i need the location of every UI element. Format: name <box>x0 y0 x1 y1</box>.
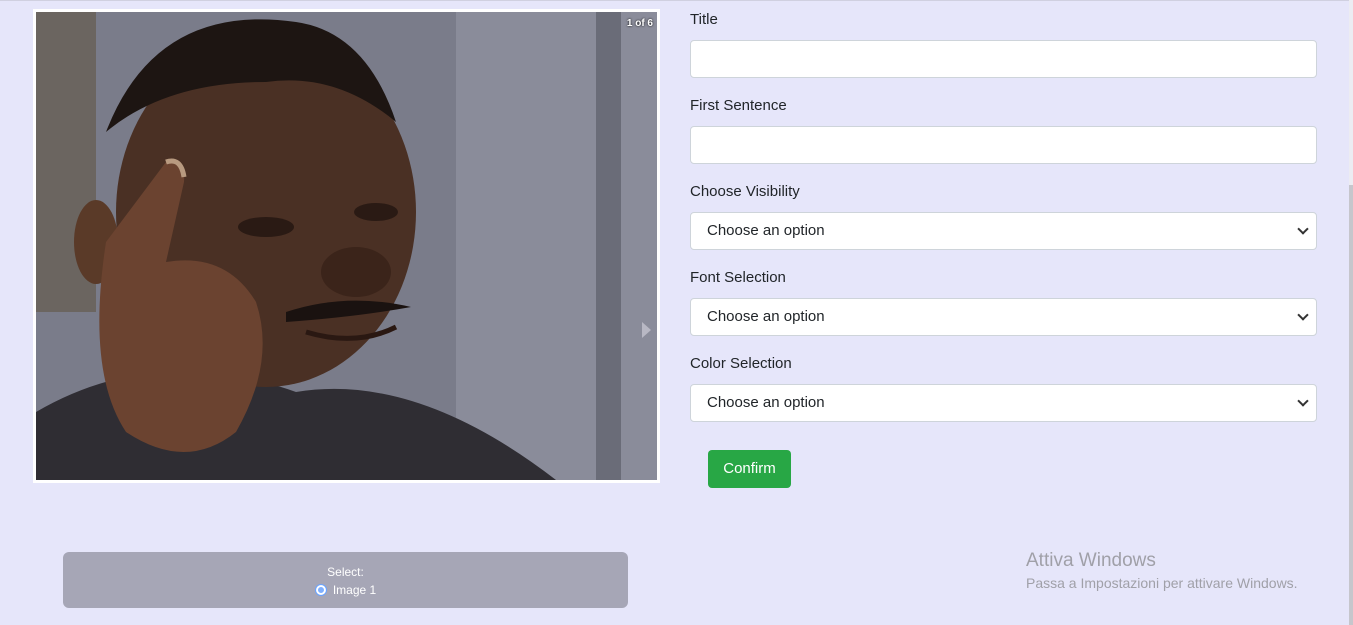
color-select[interactable]: Choose an option <box>690 384 1317 422</box>
confirm-button[interactable]: Confirm <box>708 450 791 488</box>
font-select[interactable]: Choose an option <box>690 298 1317 336</box>
first-sentence-input[interactable] <box>690 126 1317 164</box>
select-label: Select: <box>327 565 364 579</box>
title-input[interactable] <box>690 40 1317 78</box>
font-selection-label: Font Selection <box>690 269 786 286</box>
watermark-subtitle: Passa a Impostazioni per attivare Window… <box>1026 575 1298 591</box>
first-sentence-label: First Sentence <box>690 97 787 114</box>
image-select-panel: Select: Image 1 <box>63 552 628 608</box>
watermark-title: Attiva Windows <box>1026 550 1156 571</box>
chevron-down-icon <box>1297 223 1309 235</box>
font-select-value: Choose an option <box>707 308 825 325</box>
radio-button[interactable] <box>314 584 327 596</box>
visibility-select-value: Choose an option <box>707 222 825 239</box>
chevron-down-icon <box>1297 395 1309 407</box>
visibility-label: Choose Visibility <box>690 183 800 200</box>
windows-activation-watermark: Attiva Windows Passa a Impostazioni per … <box>1026 550 1298 591</box>
scrollbar-thumb[interactable] <box>1349 185 1353 625</box>
slide-image: 1 of 6 <box>36 12 657 480</box>
next-slide-arrow-icon[interactable] <box>642 322 651 338</box>
title-label: Title <box>690 11 718 28</box>
color-select-value: Choose an option <box>707 394 825 411</box>
slide-counter: 1 of 6 <box>626 18 653 29</box>
chevron-down-icon <box>1297 309 1309 321</box>
image-radio-option[interactable]: Image 1 <box>63 583 628 597</box>
color-selection-label: Color Selection <box>690 355 792 372</box>
visibility-select[interactable]: Choose an option <box>690 212 1317 250</box>
thinking-man-image <box>36 12 657 480</box>
top-divider <box>0 0 1353 1</box>
image-slideshow: 1 of 6 <box>33 9 660 483</box>
radio-option-label: Image 1 <box>332 583 377 597</box>
